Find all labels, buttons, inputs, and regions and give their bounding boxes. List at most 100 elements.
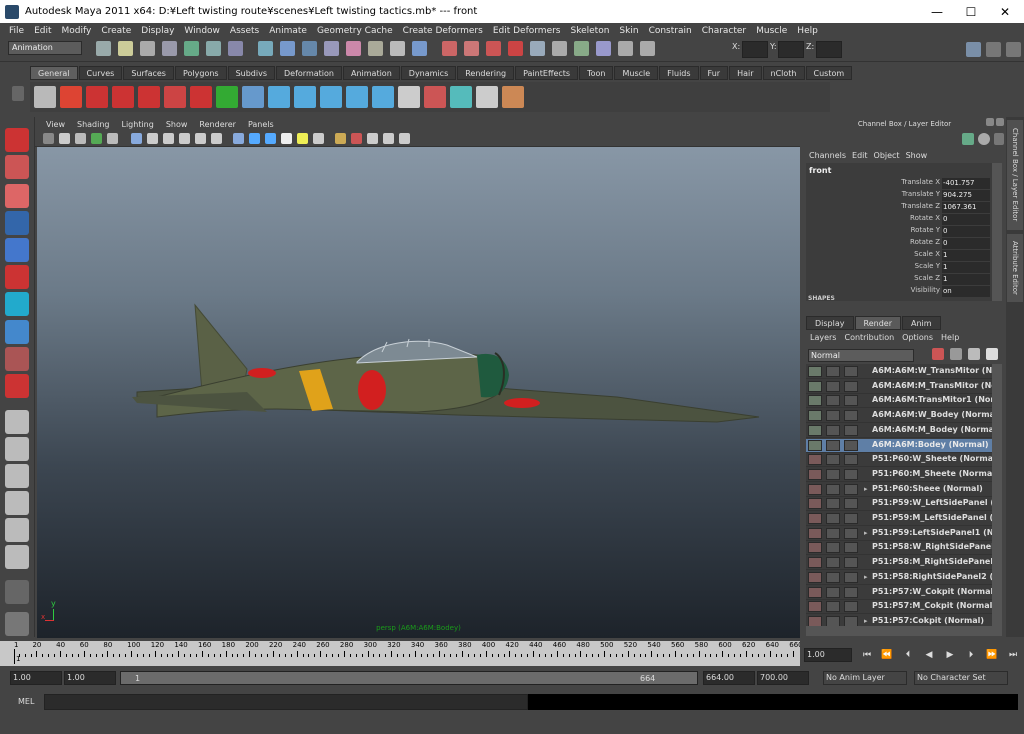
channel-value[interactable]: 1067.361: [942, 202, 990, 213]
shelf-tab-muscle[interactable]: Muscle: [614, 66, 659, 80]
viewport-toolbar-icon[interactable]: [131, 133, 142, 144]
recycle-icon[interactable]: [826, 439, 840, 451]
recycle-icon[interactable]: [826, 542, 840, 554]
layer-settings-icon[interactable]: [844, 498, 858, 510]
layer-row[interactable]: ▸ P51:P57:Cokpit (Normal): [806, 615, 992, 626]
menu-skeleton[interactable]: Skeleton: [571, 26, 610, 36]
recycle-icon[interactable]: [826, 513, 840, 524]
viewport-persp[interactable]: y x persp (A6M:A6M:Bodey): [37, 147, 800, 638]
recycle-icon[interactable]: [826, 571, 840, 583]
channel-row[interactable]: Rotate Y0: [806, 226, 992, 238]
viewport-toolbar-icon[interactable]: [43, 133, 54, 144]
status-tool-icon[interactable]: [302, 41, 317, 56]
render-toggle-icon[interactable]: [808, 454, 822, 466]
shelf-tool-icon[interactable]: [450, 86, 472, 108]
shelf-tool-icon[interactable]: [320, 86, 342, 108]
channel-row[interactable]: Translate Z 1067.361: [806, 202, 992, 214]
channel-box-menu-channels[interactable]: Channels: [809, 151, 846, 160]
shelf-tab-curves[interactable]: Curves: [78, 66, 123, 80]
render-toggle-icon[interactable]: [808, 468, 822, 480]
menu-modify[interactable]: Modify: [62, 26, 92, 36]
shelf-tool-icon[interactable]: [242, 86, 264, 108]
menu-display[interactable]: Display: [141, 26, 174, 36]
render-toggle-icon[interactable]: [808, 366, 822, 377]
render-toggle-icon[interactable]: [808, 571, 822, 583]
channel-value[interactable]: 1: [942, 250, 990, 261]
step-forward-key-button[interactable]: ⏩: [985, 648, 999, 662]
layer-row[interactable]: P51:P57:M_Cokpit (Normal): [806, 600, 992, 615]
viewport-toolbar-icon[interactable]: [265, 133, 276, 144]
viewport-toolbar-icon[interactable]: [75, 133, 86, 144]
menu-set-dropdown[interactable]: Animation: [8, 41, 82, 55]
shelf-tool-icon[interactable]: [424, 86, 446, 108]
status-tool-icon[interactable]: [618, 41, 633, 56]
recycle-icon[interactable]: [826, 468, 840, 480]
channel-row[interactable]: Rotate X0: [806, 214, 992, 226]
graph-layout-icon[interactable]: [5, 518, 29, 542]
layer-settings-icon[interactable]: [844, 439, 858, 451]
menu-edit-deformers[interactable]: Edit Deformers: [493, 26, 561, 36]
shelf-tab-fur[interactable]: Fur: [699, 66, 729, 80]
render-toggle-icon[interactable]: [808, 395, 822, 407]
layer-tab-display[interactable]: Display: [806, 316, 854, 330]
tab-attribute-editor[interactable]: Attribute Editor: [1007, 234, 1023, 302]
channel-row[interactable]: Translate X -401.757: [806, 178, 992, 190]
render-layer-icon[interactable]: [986, 348, 998, 360]
layer-list-hscrollbar[interactable]: [806, 626, 1002, 636]
menu-help[interactable]: Help: [797, 26, 818, 36]
status-tool-icon[interactable]: [184, 41, 199, 56]
shelf-tool-icon[interactable]: [86, 86, 108, 108]
viewport-toolbar-icon[interactable]: [281, 133, 292, 144]
status-tool-icon[interactable]: [508, 41, 523, 56]
animation-end-field[interactable]: 700.00: [757, 671, 809, 685]
status-tool-icon[interactable]: [442, 41, 457, 56]
menu-character[interactable]: Character: [702, 26, 746, 36]
shelf-menu-icon[interactable]: [12, 86, 24, 101]
layer-settings-icon[interactable]: [844, 615, 858, 626]
channel-row[interactable]: Rotate Z0: [806, 238, 992, 250]
menu-muscle[interactable]: Muscle: [756, 26, 787, 36]
status-tool-icon[interactable]: [324, 41, 339, 56]
shelf-tool-icon[interactable]: [398, 86, 420, 108]
lasso-tool-icon[interactable]: [5, 155, 29, 179]
menu-geometry-cache[interactable]: Geometry Cache: [317, 26, 393, 36]
show-attribute-editor-icon[interactable]: [986, 42, 1001, 57]
layer-row[interactable]: ▸ P51:P59:LeftSidePanel1 (Norm: [806, 527, 992, 541]
layer-menu-contribution[interactable]: Contribution: [844, 333, 894, 342]
status-tool-icon[interactable]: [368, 41, 383, 56]
viewport-toolbar-icon[interactable]: [91, 133, 102, 144]
viewport-toolbar-icon[interactable]: [59, 133, 70, 144]
playback-start-field[interactable]: 1.00: [64, 671, 116, 685]
status-tool-icon[interactable]: [162, 41, 177, 56]
last-tool-icon[interactable]: [5, 374, 29, 398]
layer-row[interactable]: P51:P58:W_RightSidePanel (N: [806, 541, 992, 556]
status-tool-icon[interactable]: [530, 41, 545, 56]
shelf-tab-subdivs[interactable]: Subdivs: [227, 66, 276, 80]
viewport-toolbar-icon[interactable]: [335, 133, 346, 144]
persp-outliner-icon[interactable]: [5, 491, 29, 515]
layer-tab-render[interactable]: Render: [854, 316, 901, 330]
move-tool-icon[interactable]: [5, 211, 29, 235]
viewport-toolbar-icon[interactable]: [163, 133, 174, 144]
paint-select-tool-icon[interactable]: [5, 184, 29, 208]
status-tool-icon[interactable]: [552, 41, 567, 56]
layer-row[interactable]: A6M:A6M:M_Bodey (Normal): [806, 424, 992, 438]
render-toggle-icon[interactable]: [808, 586, 822, 598]
layer-row[interactable]: ▸ P51:P60:Sheee (Normal): [806, 483, 992, 497]
shelf-tab-surfaces[interactable]: Surfaces: [123, 66, 174, 80]
shelf-tab-ncloth[interactable]: nCloth: [762, 66, 805, 80]
shelf-tool-icon[interactable]: [476, 86, 498, 108]
show-manip-icon[interactable]: [5, 347, 29, 371]
shelf-tab-painteffects[interactable]: PaintEffects: [515, 66, 579, 80]
channel-value[interactable]: 904.275: [942, 190, 990, 201]
viewport-toolbar-icon[interactable]: [179, 133, 190, 144]
recycle-icon[interactable]: [826, 615, 840, 626]
layer-settings-icon[interactable]: [844, 483, 858, 495]
status-tool-icon[interactable]: [412, 41, 427, 56]
layer-row[interactable]: P51:P60:W_Sheete (Normal): [806, 453, 992, 468]
channel-value[interactable]: on: [942, 286, 990, 297]
viewport-toolbar-icon[interactable]: [107, 133, 118, 144]
render-toggle-icon[interactable]: [808, 513, 822, 524]
shelf-tab-hair[interactable]: Hair: [729, 66, 762, 80]
channel-value[interactable]: 0: [942, 214, 990, 225]
